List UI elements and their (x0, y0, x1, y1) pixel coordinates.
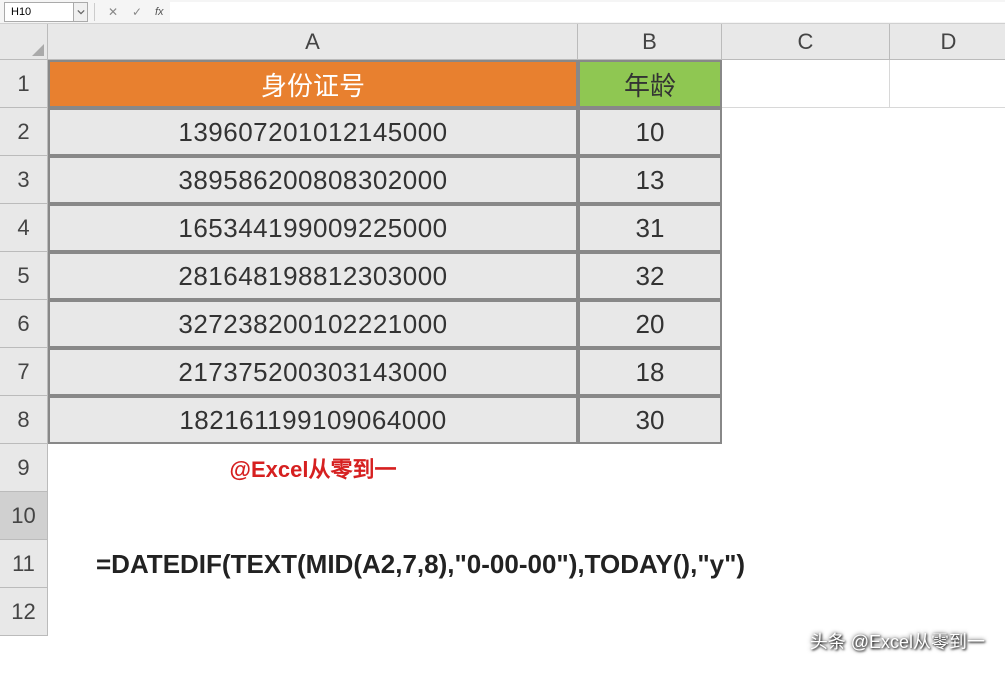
row-header-10[interactable]: 10 (0, 492, 48, 540)
watermark: 头条 @Excel从零到一 (810, 628, 985, 654)
separator (94, 3, 95, 21)
cell-a6[interactable]: 327238200102221000 (48, 300, 578, 348)
cancel-icon[interactable]: ✕ (105, 4, 121, 20)
row-headers: 1 2 3 4 5 6 7 8 9 10 11 12 (0, 60, 48, 636)
row-header-8[interactable]: 8 (0, 396, 48, 444)
col-header-b[interactable]: B (578, 24, 722, 60)
formula-bar: H10 ✕ ✓ fx (0, 0, 1005, 24)
row-header-4[interactable]: 4 (0, 204, 48, 252)
formula-input[interactable] (170, 2, 1005, 22)
column-headers: A B C D (48, 24, 1005, 60)
row-header-7[interactable]: 7 (0, 348, 48, 396)
cell-a5[interactable]: 281648198812303000 (48, 252, 578, 300)
row-header-5[interactable]: 5 (0, 252, 48, 300)
cell-a1-header[interactable]: 身份证号 (48, 60, 578, 108)
row-header-11[interactable]: 11 (0, 540, 48, 588)
row-header-1[interactable]: 1 (0, 60, 48, 108)
cell-b3[interactable]: 13 (578, 156, 722, 204)
cell-b8[interactable]: 30 (578, 396, 722, 444)
cell-a9-annotation[interactable]: @Excel从零到一 (48, 444, 578, 492)
col-header-c[interactable]: C (722, 24, 890, 60)
cell-c1[interactable] (722, 60, 890, 108)
cell-b7[interactable]: 18 (578, 348, 722, 396)
cell-b4[interactable]: 31 (578, 204, 722, 252)
cell-b2[interactable]: 10 (578, 108, 722, 156)
cell-b1-header[interactable]: 年龄 (578, 60, 722, 108)
fx-icon[interactable]: fx (155, 6, 164, 18)
cell-reference: H10 (11, 6, 31, 18)
cell-d1[interactable] (890, 60, 1005, 108)
cell-a4[interactable]: 165344199009225000 (48, 204, 578, 252)
cell-a8[interactable]: 182161199109064000 (48, 396, 578, 444)
row-header-6[interactable]: 6 (0, 300, 48, 348)
row-header-3[interactable]: 3 (0, 156, 48, 204)
name-box[interactable]: H10 (4, 2, 74, 22)
cell-b5[interactable]: 32 (578, 252, 722, 300)
name-box-dropdown[interactable] (74, 2, 88, 22)
col-header-d[interactable]: D (890, 24, 1005, 60)
cell-a2[interactable]: 139607201012145000 (48, 108, 578, 156)
col-header-a[interactable]: A (48, 24, 578, 60)
spreadsheet-grid: 1 2 3 4 5 6 7 8 9 10 11 12 A B C D 身份证号 … (0, 24, 1005, 674)
select-all-corner[interactable] (0, 24, 48, 60)
row-header-9[interactable]: 9 (0, 444, 48, 492)
cell-b6[interactable]: 20 (578, 300, 722, 348)
row-header-2[interactable]: 2 (0, 108, 48, 156)
cell-a3[interactable]: 389586200808302000 (48, 156, 578, 204)
chevron-down-icon (77, 8, 85, 16)
row-header-12[interactable]: 12 (0, 588, 48, 636)
cell-a7[interactable]: 217375200303143000 (48, 348, 578, 396)
cell-formula-display[interactable]: =DATEDIF(TEXT(MID(A2,7,8),"0-00-00"),TOD… (88, 540, 988, 588)
confirm-icon[interactable]: ✓ (129, 4, 145, 20)
